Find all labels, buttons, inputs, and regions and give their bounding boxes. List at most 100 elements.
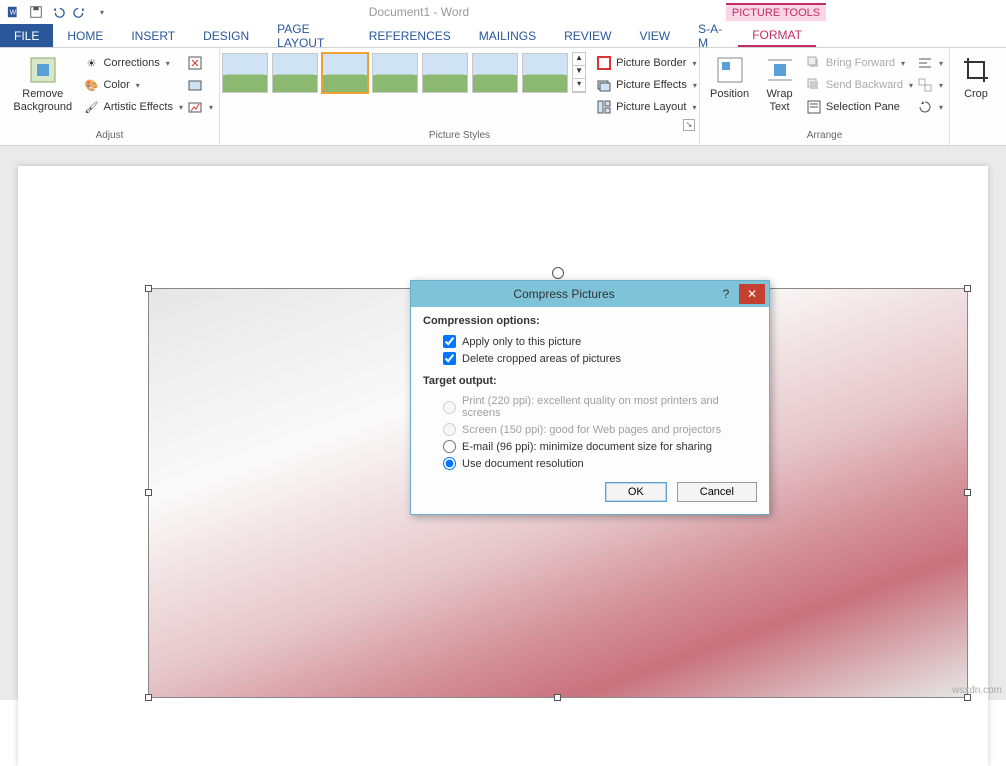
- compression-options-label: Compression options:: [423, 315, 757, 327]
- corrections-button[interactable]: ☀Corrections: [83, 52, 183, 74]
- wrap-text-button[interactable]: Wrap Text: [757, 52, 802, 116]
- ribbon: Remove Background ☀Corrections 🎨Color 🖌A…: [0, 48, 1006, 146]
- reset-picture-button[interactable]: [187, 96, 213, 118]
- group-button[interactable]: [917, 74, 943, 96]
- group-arrange: Position Wrap Text Bring Forward Send Ba…: [700, 48, 950, 145]
- palette-icon: 🎨: [83, 77, 99, 93]
- gallery-scroll[interactable]: ▲▼▾: [572, 52, 586, 93]
- tab-home[interactable]: HOME: [53, 24, 117, 47]
- style-thumb-3[interactable]: [322, 53, 368, 93]
- dialog-title: Compress Pictures: [415, 287, 713, 301]
- quick-access-toolbar: W ▾: [0, 2, 112, 22]
- tab-page-layout[interactable]: PAGE LAYOUT: [263, 24, 355, 47]
- cancel-button[interactable]: Cancel: [677, 482, 757, 502]
- bring-forward-button[interactable]: Bring Forward: [806, 52, 913, 74]
- sun-icon: ☀: [83, 55, 99, 71]
- picture-styles-gallery[interactable]: ▲▼▾: [222, 52, 586, 93]
- crop-icon: [960, 54, 992, 86]
- redo-icon[interactable]: [70, 2, 90, 22]
- tab-review[interactable]: REVIEW: [550, 24, 625, 47]
- watermark: wsxdn.com: [952, 685, 1002, 696]
- tab-mailings[interactable]: MAILINGS: [465, 24, 550, 47]
- compress-pictures-dialog: Compress Pictures ? ✕ Compression option…: [410, 280, 770, 515]
- artistic-effects-button[interactable]: 🖌Artistic Effects: [83, 96, 183, 118]
- tab-references[interactable]: REFERENCES: [355, 24, 465, 47]
- style-thumb-6[interactable]: [472, 53, 518, 93]
- align-icon: [917, 55, 933, 71]
- style-thumb-5[interactable]: [422, 53, 468, 93]
- gallery-up-icon[interactable]: ▲: [573, 53, 585, 66]
- ribbon-tabs: FILE HOME INSERT DESIGN PAGE LAYOUT REFE…: [0, 24, 1006, 48]
- style-thumb-7[interactable]: [522, 53, 568, 93]
- dialog-titlebar[interactable]: Compress Pictures ? ✕: [411, 281, 769, 307]
- undo-icon[interactable]: [48, 2, 68, 22]
- picture-styles-launcher[interactable]: ↘: [683, 119, 695, 131]
- rotate-handle[interactable]: [552, 267, 564, 279]
- align-button[interactable]: [917, 52, 943, 74]
- tab-sam[interactable]: S-A-M: [684, 24, 738, 47]
- change-picture-icon: [187, 77, 203, 93]
- ok-button[interactable]: OK: [605, 482, 667, 502]
- word-app-icon[interactable]: W: [4, 2, 24, 22]
- dialog-close-button[interactable]: ✕: [739, 284, 765, 304]
- compress-pictures-button[interactable]: [187, 52, 213, 74]
- resize-handle-e[interactable]: [964, 489, 971, 496]
- picture-effects-button[interactable]: Picture Effects: [596, 74, 697, 96]
- tab-file[interactable]: FILE: [0, 24, 53, 47]
- screen-option: Screen (150 ppi): good for Web pages and…: [423, 421, 757, 438]
- delete-cropped-checkbox[interactable]: [443, 352, 456, 365]
- qat-customize-icon[interactable]: ▾: [92, 2, 112, 22]
- effects-icon: [596, 77, 612, 93]
- print-radio: [443, 401, 456, 414]
- print-option: Print (220 ppi): excellent quality on mo…: [423, 393, 757, 421]
- remove-background-label: Remove Background: [10, 88, 75, 114]
- layout-icon: [596, 99, 612, 115]
- selection-pane-icon: [806, 99, 822, 115]
- save-icon[interactable]: [26, 2, 46, 22]
- svg-text:W: W: [10, 10, 17, 17]
- style-thumb-4[interactable]: [372, 53, 418, 93]
- group-adjust: Remove Background ☀Corrections 🎨Color 🖌A…: [0, 48, 220, 145]
- picture-border-button[interactable]: Picture Border: [596, 52, 697, 74]
- remove-background-button[interactable]: Remove Background: [6, 52, 79, 116]
- send-backward-button[interactable]: Send Backward: [806, 74, 913, 96]
- border-icon: [596, 55, 612, 71]
- send-backward-icon: [806, 77, 822, 93]
- compress-icon: [187, 55, 203, 71]
- style-thumb-2[interactable]: [272, 53, 318, 93]
- rotate-button[interactable]: [917, 96, 943, 118]
- resize-handle-ne[interactable]: [964, 285, 971, 292]
- tab-view[interactable]: VIEW: [625, 24, 684, 47]
- apply-only-checkbox[interactable]: [443, 335, 456, 348]
- resize-handle-nw[interactable]: [145, 285, 152, 292]
- email-option[interactable]: E-mail (96 ppi): minimize document size …: [423, 438, 757, 455]
- gallery-more-icon[interactable]: ▾: [573, 79, 585, 92]
- tab-format[interactable]: FORMAT: [738, 24, 816, 47]
- tab-insert[interactable]: INSERT: [117, 24, 189, 47]
- apply-only-option[interactable]: Apply only to this picture: [423, 333, 757, 350]
- remove-background-icon: [27, 54, 59, 86]
- dialog-help-button[interactable]: ?: [713, 284, 739, 304]
- change-picture-button[interactable]: [187, 74, 213, 96]
- group-picture-styles: ▲▼▾ Picture Border Picture Effects Pictu…: [220, 48, 700, 145]
- style-thumb-1[interactable]: [222, 53, 268, 93]
- resize-handle-w[interactable]: [145, 489, 152, 496]
- use-doc-res-option[interactable]: Use document resolution: [423, 455, 757, 472]
- gallery-down-icon[interactable]: ▼: [573, 66, 585, 79]
- dialog-body: Compression options: Apply only to this …: [411, 307, 769, 514]
- email-radio[interactable]: [443, 440, 456, 453]
- delete-cropped-option[interactable]: Delete cropped areas of pictures: [423, 350, 757, 367]
- crop-button[interactable]: Crop: [956, 52, 996, 103]
- use-doc-res-radio[interactable]: [443, 457, 456, 470]
- bring-forward-icon: [806, 55, 822, 71]
- picture-layout-button[interactable]: Picture Layout: [596, 96, 697, 118]
- position-button[interactable]: Position: [706, 52, 753, 103]
- selection-pane-button[interactable]: Selection Pane: [806, 96, 913, 118]
- contextual-tab-label: PICTURE TOOLS: [726, 3, 826, 21]
- group-arrange-label: Arrange: [706, 128, 943, 143]
- group-adjust-label: Adjust: [6, 128, 213, 143]
- tab-design[interactable]: DESIGN: [189, 24, 263, 47]
- position-icon: [714, 54, 746, 86]
- color-button[interactable]: 🎨Color: [83, 74, 183, 96]
- group-picture-styles-label: Picture Styles: [226, 128, 693, 143]
